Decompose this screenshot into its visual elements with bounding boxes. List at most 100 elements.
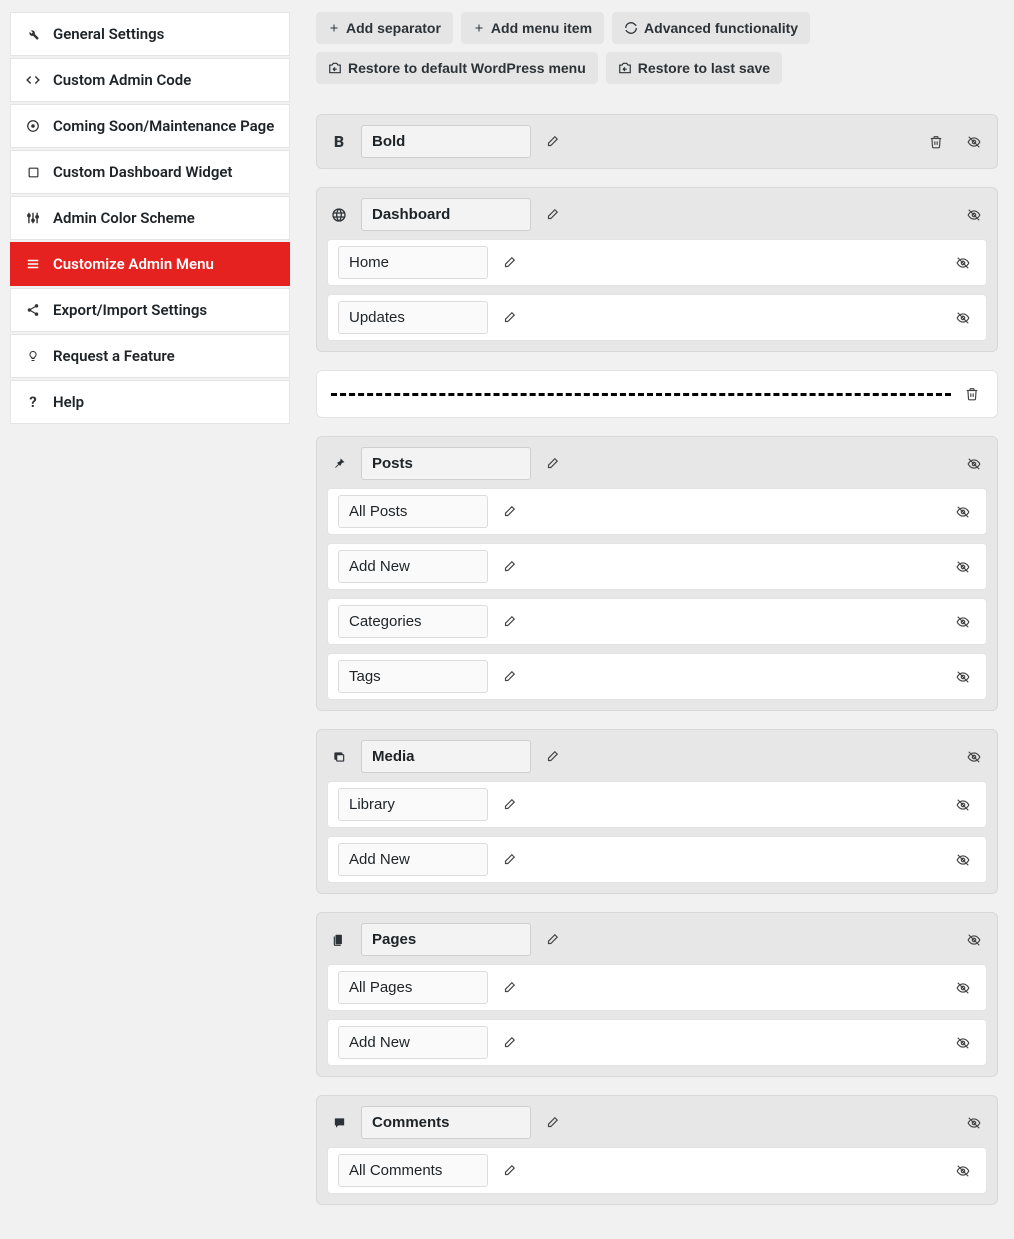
sidebar-item-general[interactable]: General Settings — [10, 12, 290, 56]
edit-button[interactable] — [498, 851, 520, 869]
menu-block-comments[interactable] — [316, 1095, 998, 1205]
sidebar-item-customize-menu[interactable]: Customize Admin Menu — [10, 242, 290, 286]
edit-button[interactable] — [498, 979, 520, 997]
delete-separator-button[interactable] — [961, 385, 983, 403]
visibility-toggle[interactable] — [950, 309, 976, 327]
submenu-item[interactable] — [327, 653, 987, 700]
main-content: Add separator Add menu item Advanced fun… — [316, 12, 998, 1223]
edit-button[interactable] — [498, 309, 520, 327]
edit-button[interactable] — [541, 206, 563, 224]
menu-block-posts[interactable] — [316, 436, 998, 711]
visibility-toggle[interactable] — [950, 1034, 976, 1052]
menu-name-input[interactable] — [361, 923, 531, 956]
edit-button[interactable] — [498, 1034, 520, 1052]
visibility-toggle[interactable] — [950, 668, 976, 686]
edit-button[interactable] — [541, 748, 563, 766]
edit-button[interactable] — [498, 796, 520, 814]
submenu-name-input[interactable] — [338, 843, 488, 876]
submenu-name-input[interactable] — [338, 605, 488, 638]
plus-icon — [473, 22, 485, 34]
add-menu-item-button[interactable]: Add menu item — [461, 12, 604, 44]
sidebar-item-label: Request a Feature — [53, 347, 175, 365]
visibility-toggle[interactable] — [950, 851, 976, 869]
sidebar-item-color-scheme[interactable]: Admin Color Scheme — [10, 196, 290, 240]
submenu-item[interactable] — [327, 488, 987, 535]
add-separator-button[interactable]: Add separator — [316, 12, 453, 44]
edit-button[interactable] — [541, 1114, 563, 1132]
submenu-name-input[interactable] — [338, 495, 488, 528]
sidebar-item-label: General Settings — [53, 25, 164, 43]
sidebar-item-coming-soon[interactable]: Coming Soon/Maintenance Page — [10, 104, 290, 148]
menu-name-input[interactable] — [361, 125, 531, 158]
visibility-toggle[interactable] — [950, 613, 976, 631]
advanced-functionality-button[interactable]: Advanced functionality — [612, 12, 810, 44]
menu-icon — [25, 257, 41, 271]
dashed-line — [331, 393, 951, 396]
sidebar-item-help[interactable]: ? Help — [10, 380, 290, 424]
menu-name-input[interactable] — [361, 1106, 531, 1139]
submenu-item[interactable] — [327, 239, 987, 286]
edit-button[interactable] — [498, 668, 520, 686]
pages-icon — [327, 933, 351, 947]
menu-block-bold[interactable]: B — [316, 114, 998, 169]
menu-separator[interactable] — [316, 370, 998, 418]
edit-button[interactable] — [498, 1162, 520, 1180]
sidebar-item-custom-code[interactable]: Custom Admin Code — [10, 58, 290, 102]
visibility-toggle[interactable] — [961, 931, 987, 949]
submenu-name-input[interactable] — [338, 1154, 488, 1187]
visibility-toggle[interactable] — [950, 503, 976, 521]
plus-icon — [328, 22, 340, 34]
sidebar-item-label: Custom Dashboard Widget — [53, 163, 232, 181]
restore-default-button[interactable]: Restore to default WordPress menu — [316, 52, 598, 84]
submenu-item[interactable] — [327, 1019, 987, 1066]
visibility-toggle[interactable] — [950, 1162, 976, 1180]
menu-block-media[interactable] — [316, 729, 998, 894]
delete-button[interactable] — [925, 133, 947, 151]
menu-name-input[interactable] — [361, 740, 531, 773]
visibility-toggle[interactable] — [950, 979, 976, 997]
sidebar-item-label: Customize Admin Menu — [53, 255, 214, 273]
sidebar-item-label: Custom Admin Code — [53, 71, 191, 89]
media-icon — [327, 750, 351, 764]
submenu-item[interactable] — [327, 1147, 987, 1194]
menu-block-dashboard[interactable] — [316, 187, 998, 352]
submenu-item[interactable] — [327, 543, 987, 590]
menu-block-pages[interactable] — [316, 912, 998, 1077]
sidebar-item-dashboard-widget[interactable]: Custom Dashboard Widget — [10, 150, 290, 194]
visibility-toggle[interactable] — [950, 796, 976, 814]
submenu-item[interactable] — [327, 836, 987, 883]
edit-button[interactable] — [541, 931, 563, 949]
visibility-toggle[interactable] — [961, 748, 987, 766]
submenu-item[interactable] — [327, 964, 987, 1011]
menu-name-input[interactable] — [361, 447, 531, 480]
visibility-toggle[interactable] — [961, 133, 987, 151]
visibility-toggle[interactable] — [950, 558, 976, 576]
submenu-name-input[interactable] — [338, 550, 488, 583]
visibility-toggle[interactable] — [961, 206, 987, 224]
edit-button[interactable] — [498, 503, 520, 521]
edit-button[interactable] — [498, 613, 520, 631]
square-icon — [25, 166, 41, 179]
submenu-name-input[interactable] — [338, 660, 488, 693]
submenu-item[interactable] — [327, 598, 987, 645]
submenu-name-input[interactable] — [338, 788, 488, 821]
submenu-name-input[interactable] — [338, 301, 488, 334]
sidebar-item-request-feature[interactable]: Request a Feature — [10, 334, 290, 378]
submenu-name-input[interactable] — [338, 971, 488, 1004]
visibility-toggle[interactable] — [950, 254, 976, 272]
sidebar-item-export-import[interactable]: Export/Import Settings — [10, 288, 290, 332]
refresh-icon — [624, 21, 638, 35]
visibility-toggle[interactable] — [961, 1114, 987, 1132]
edit-button[interactable] — [541, 455, 563, 473]
submenu-name-input[interactable] — [338, 1026, 488, 1059]
edit-button[interactable] — [541, 133, 563, 151]
edit-button[interactable] — [498, 254, 520, 272]
submenu-item[interactable] — [327, 294, 987, 341]
edit-button[interactable] — [498, 558, 520, 576]
submenu-item[interactable] — [327, 781, 987, 828]
menu-name-input[interactable] — [361, 198, 531, 231]
restore-last-save-button[interactable]: Restore to last save — [606, 52, 782, 84]
comment-icon — [327, 1116, 351, 1130]
visibility-toggle[interactable] — [961, 455, 987, 473]
submenu-name-input[interactable] — [338, 246, 488, 279]
